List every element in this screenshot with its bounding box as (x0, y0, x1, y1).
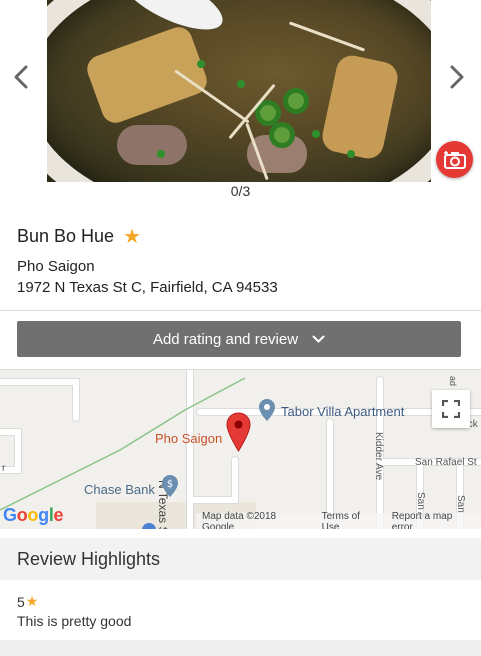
map-report-error-link[interactable]: Report a map error (386, 511, 481, 530)
jalapeno-slice (269, 122, 295, 148)
bottom-divider (0, 640, 481, 656)
map-street-san-rafael: San Rafael St (415, 457, 477, 468)
favorite-star-icon[interactable]: ★ (123, 227, 141, 247)
map-attribution: Map data ©2018 Google Terms of Use Repor… (196, 510, 481, 530)
map-label-tabor[interactable]: Tabor Villa Apartment (281, 404, 404, 419)
herb (157, 150, 165, 158)
herb (312, 130, 320, 138)
review-highlights-title: Review Highlights (17, 549, 161, 569)
map-street-ad: ad (448, 376, 458, 387)
review-item[interactable]: 5 ★ This is pretty good (0, 580, 481, 640)
meat-piece (117, 125, 187, 165)
add-rating-review-label: Add rating and review (152, 330, 299, 348)
photo-carousel: 0/3 (0, 0, 481, 207)
dish-photo[interactable] (47, 0, 431, 182)
review-rating: 5 ★ (17, 593, 38, 610)
chevron-right-icon (450, 65, 464, 89)
map-fullscreen-button[interactable] (432, 390, 470, 428)
restaurant-address: 1972 N Texas St C, Fairfield, CA 94533 (17, 279, 278, 296)
fullscreen-icon (442, 400, 460, 418)
add-rating-review-button[interactable]: Add rating and review (17, 321, 461, 357)
chevron-left-icon (14, 65, 28, 89)
svg-text:$: $ (167, 479, 173, 490)
herb (237, 80, 245, 88)
map-street-r: r (2, 463, 6, 474)
dish-title: Bun Bo Hue ★ (17, 226, 141, 247)
map-street-kidder: Kidder Ave (373, 432, 384, 481)
rating-star-icon: ★ (25, 593, 39, 609)
review-rating-value: 5 (17, 593, 25, 610)
herb (197, 60, 205, 68)
camera-plus-icon (443, 150, 466, 169)
add-photo-button[interactable] (436, 141, 473, 178)
review-text: This is pretty good (17, 613, 132, 629)
next-photo-button[interactable] (446, 62, 468, 92)
location-map[interactable]: Tabor Villa Apartment Pho Saigon Chase B… (0, 369, 481, 529)
poi-marker-icon[interactable] (258, 398, 276, 422)
google-logo: Google (3, 505, 64, 525)
previous-photo-button[interactable] (10, 62, 32, 92)
restaurant-map-pin-icon[interactable] (226, 412, 251, 452)
photo-counter: 0/3 (230, 183, 251, 199)
jalapeno-slice (283, 88, 309, 114)
map-label-chase-bank[interactable]: Chase Bank (84, 482, 155, 497)
restaurant-name[interactable]: Pho Saigon (17, 258, 95, 275)
place-info: Bun Bo Hue ★ Pho Saigon 1972 N Texas St … (0, 207, 481, 311)
map-data-credit: Map data ©2018 Google (202, 510, 277, 530)
review-highlights-header: Review Highlights (0, 538, 481, 580)
herb (347, 150, 355, 158)
chevron-down-icon (312, 335, 325, 342)
dish-name: Bun Bo Hue (17, 226, 115, 246)
bank-poi-icon[interactable]: $ (161, 474, 179, 498)
map-label-pho-saigon[interactable]: Pho Saigon (155, 431, 222, 446)
map-terms-link[interactable]: Terms of Use (316, 511, 386, 530)
